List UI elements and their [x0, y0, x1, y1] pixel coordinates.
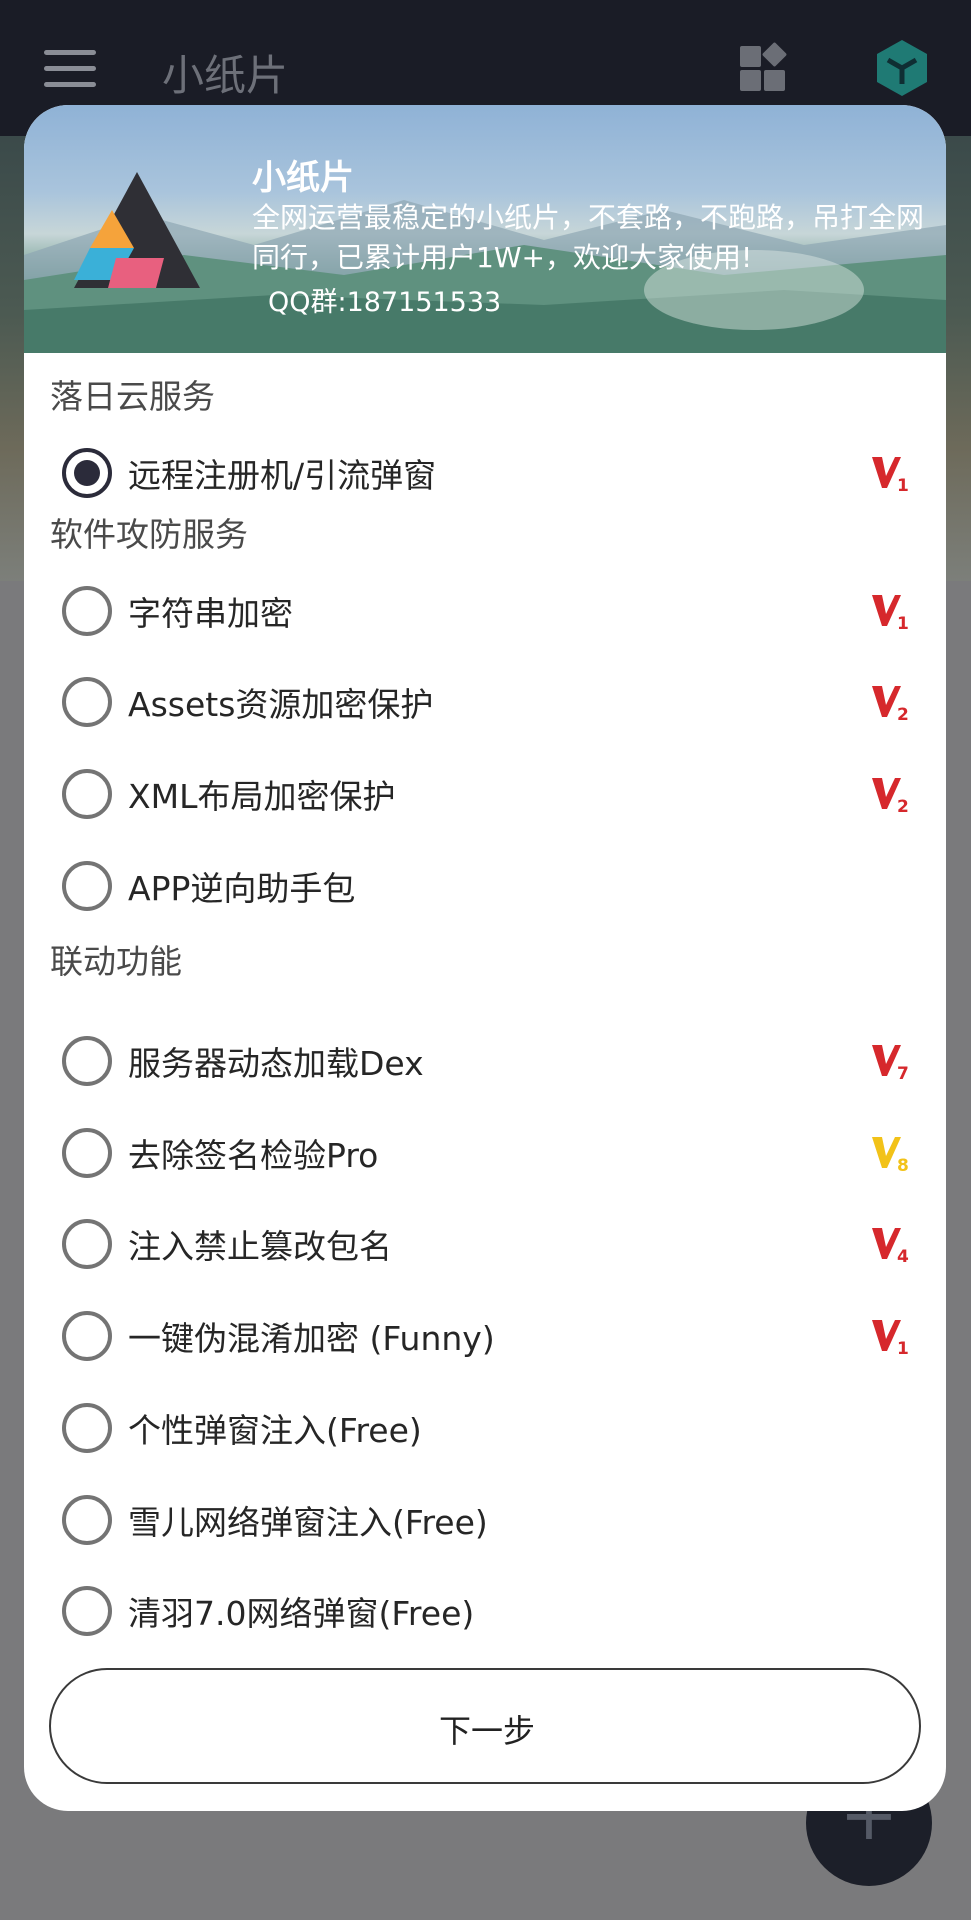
- banner-title: 小纸片: [252, 158, 354, 198]
- vip-level-badge-icon: 1: [872, 1320, 909, 1357]
- vip-level-number: 8: [897, 1156, 909, 1174]
- radio-unchecked[interactable]: [62, 861, 112, 911]
- vip-level-number: 4: [897, 1247, 909, 1265]
- option-label: 远程注册机/引流弹窗: [128, 456, 437, 495]
- option-row[interactable]: 清羽7.0网络弹窗(Free): [62, 1578, 922, 1648]
- option-row[interactable]: 去除签名检验Pro 8: [62, 1120, 922, 1190]
- option-label: APP逆向助手包: [128, 869, 356, 908]
- option-label: 个性弹窗注入(Free): [128, 1411, 422, 1450]
- next-step-label: 下一步: [438, 1712, 535, 1750]
- radio-unchecked[interactable]: [62, 677, 112, 727]
- radio-unchecked[interactable]: [62, 1586, 112, 1636]
- option-row[interactable]: 注入禁止篡改包名 4: [62, 1211, 922, 1281]
- section-title-software-defense: 软件攻防服务: [50, 515, 248, 554]
- radio-unchecked[interactable]: [62, 586, 112, 636]
- option-row[interactable]: 一键伪混淆加密 (Funny) 1: [62, 1303, 922, 1373]
- banner-description: 全网运营最稳定的小纸片，不套路，不跑路，吊打全网同行，已累计用户1W+，欢迎大家…: [252, 201, 925, 274]
- feature-dialog: 小纸片 全网运营最稳定的小纸片，不套路，不跑路，吊打全网同行，已累计用户1W+，…: [24, 105, 946, 1811]
- radio-unchecked[interactable]: [62, 1219, 112, 1269]
- vip-level-number: 7: [897, 1064, 909, 1082]
- option-label: 清羽7.0网络弹窗(Free): [128, 1594, 475, 1633]
- app-title: 小纸片: [162, 51, 289, 100]
- radio-unchecked[interactable]: [62, 1311, 112, 1361]
- option-label: 字符串加密: [128, 594, 293, 633]
- option-row[interactable]: XML布局加密保护 2: [62, 761, 922, 831]
- vip-level-number: 2: [897, 797, 909, 815]
- radio-unchecked[interactable]: [62, 1403, 112, 1453]
- vip-level-badge-icon: 1: [872, 595, 909, 632]
- radio-unchecked[interactable]: [62, 1128, 112, 1178]
- option-label: 雪儿网络弹窗注入(Free): [128, 1503, 488, 1542]
- vip-level-badge-icon: 1: [872, 457, 909, 494]
- vip-level-number: 1: [897, 476, 909, 494]
- vip-level-badge-icon: 8: [872, 1137, 909, 1174]
- option-label: 去除签名检验Pro: [128, 1136, 379, 1175]
- radio-unchecked[interactable]: [62, 769, 112, 819]
- menu-icon[interactable]: [44, 50, 96, 88]
- vip-level-badge-icon: 4: [872, 1228, 909, 1265]
- section-title-linkage: 联动功能: [50, 942, 182, 981]
- next-step-button[interactable]: 下一步: [49, 1668, 921, 1784]
- option-row[interactable]: 字符串加密 1: [62, 578, 922, 648]
- option-label: XML布局加密保护: [128, 777, 396, 816]
- option-label: 一键伪混淆加密 (Funny): [128, 1319, 495, 1358]
- dialog-banner: 小纸片 全网运营最稳定的小纸片，不套路，不跑路，吊打全网同行，已累计用户1W+，…: [24, 105, 946, 353]
- banner-qq-group: QQ群:187151533: [268, 287, 502, 318]
- option-label: 服务器动态加载Dex: [128, 1044, 424, 1083]
- widgets-icon[interactable]: [738, 41, 788, 92]
- option-row[interactable]: APP逆向助手包: [62, 853, 922, 923]
- option-row[interactable]: 远程注册机/引流弹窗 1: [62, 440, 922, 510]
- vip-level-badge-icon: 7: [872, 1045, 909, 1082]
- cube-icon[interactable]: [874, 38, 930, 98]
- vip-level-number: 2: [897, 705, 909, 723]
- radio-unchecked[interactable]: [62, 1495, 112, 1545]
- vip-level-number: 1: [897, 1339, 909, 1357]
- option-row[interactable]: 雪儿网络弹窗注入(Free): [62, 1487, 922, 1557]
- option-label: Assets资源加密保护: [128, 685, 434, 724]
- radio-checked[interactable]: [62, 448, 112, 498]
- app-logo-icon: [74, 172, 200, 288]
- vip-level-badge-icon: 2: [872, 686, 909, 723]
- section-title-sunset-cloud: 落日云服务: [50, 377, 215, 416]
- option-row[interactable]: 个性弹窗注入(Free): [62, 1395, 922, 1465]
- vip-level-number: 1: [897, 614, 909, 632]
- option-row[interactable]: 服务器动态加载Dex 7: [62, 1028, 922, 1098]
- option-row[interactable]: Assets资源加密保护 2: [62, 669, 922, 739]
- radio-unchecked[interactable]: [62, 1036, 112, 1086]
- option-label: 注入禁止篡改包名: [128, 1227, 392, 1266]
- vip-level-badge-icon: 2: [872, 778, 909, 815]
